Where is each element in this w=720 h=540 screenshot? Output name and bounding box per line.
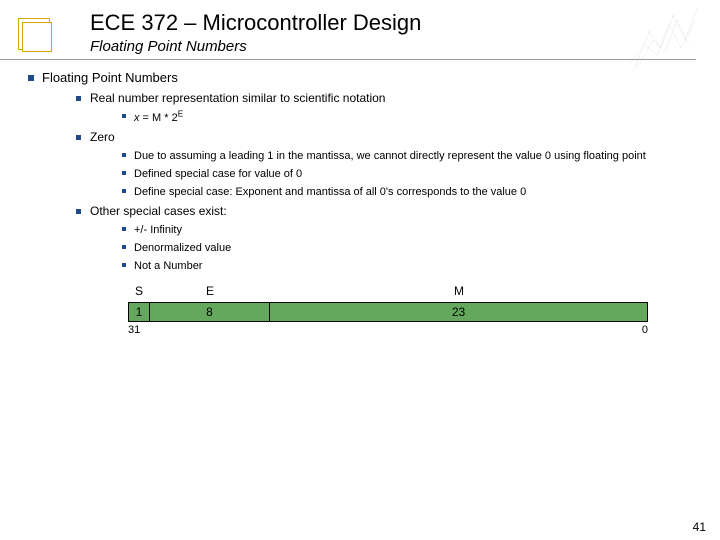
box-m: 23 (270, 302, 648, 322)
diagram-labels: S E M (128, 284, 648, 302)
formula-exp: E (178, 109, 184, 118)
bullet-zero-3: Define special case: Exponent and mantis… (134, 186, 526, 198)
corner-decoration (18, 18, 50, 50)
bullet-other-2: Denormalized value (134, 242, 231, 254)
label-e: E (150, 284, 270, 302)
box-e: 8 (150, 302, 270, 322)
diagram-bits: 31 0 (128, 322, 648, 336)
label-m: M (270, 284, 648, 302)
bullet-other-3: Not a Number (134, 260, 202, 272)
slide-subtitle: Floating Point Numbers (0, 38, 696, 60)
bullet-zero: Zero (90, 130, 115, 144)
diagram-boxes: 1 8 23 (128, 302, 648, 322)
content-area: Floating Point Numbers Real number repre… (0, 60, 720, 336)
bullet-realnum: Real number representation similar to sc… (90, 91, 385, 105)
label-s: S (128, 284, 150, 302)
formula: x = M * 2E (134, 112, 183, 124)
bullet-zero-2: Defined special case for value of 0 (134, 168, 302, 180)
box-s: 1 (128, 302, 150, 322)
section-heading: Floating Point Numbers (42, 70, 178, 85)
formula-eq: = M * 2 (140, 112, 178, 124)
slide-title: ECE 372 – Microcontroller Design (0, 0, 720, 38)
bit-lo: 0 (642, 324, 648, 336)
bit-hi: 31 (128, 324, 140, 336)
page-number: 41 (693, 520, 706, 534)
bullet-zero-1: Due to assuming a leading 1 in the manti… (134, 150, 646, 162)
float-diagram: S E M 1 8 23 31 0 (128, 284, 648, 336)
bullet-other-1: +/- Infinity (134, 224, 182, 236)
bullet-other: Other special cases exist: (90, 204, 227, 218)
